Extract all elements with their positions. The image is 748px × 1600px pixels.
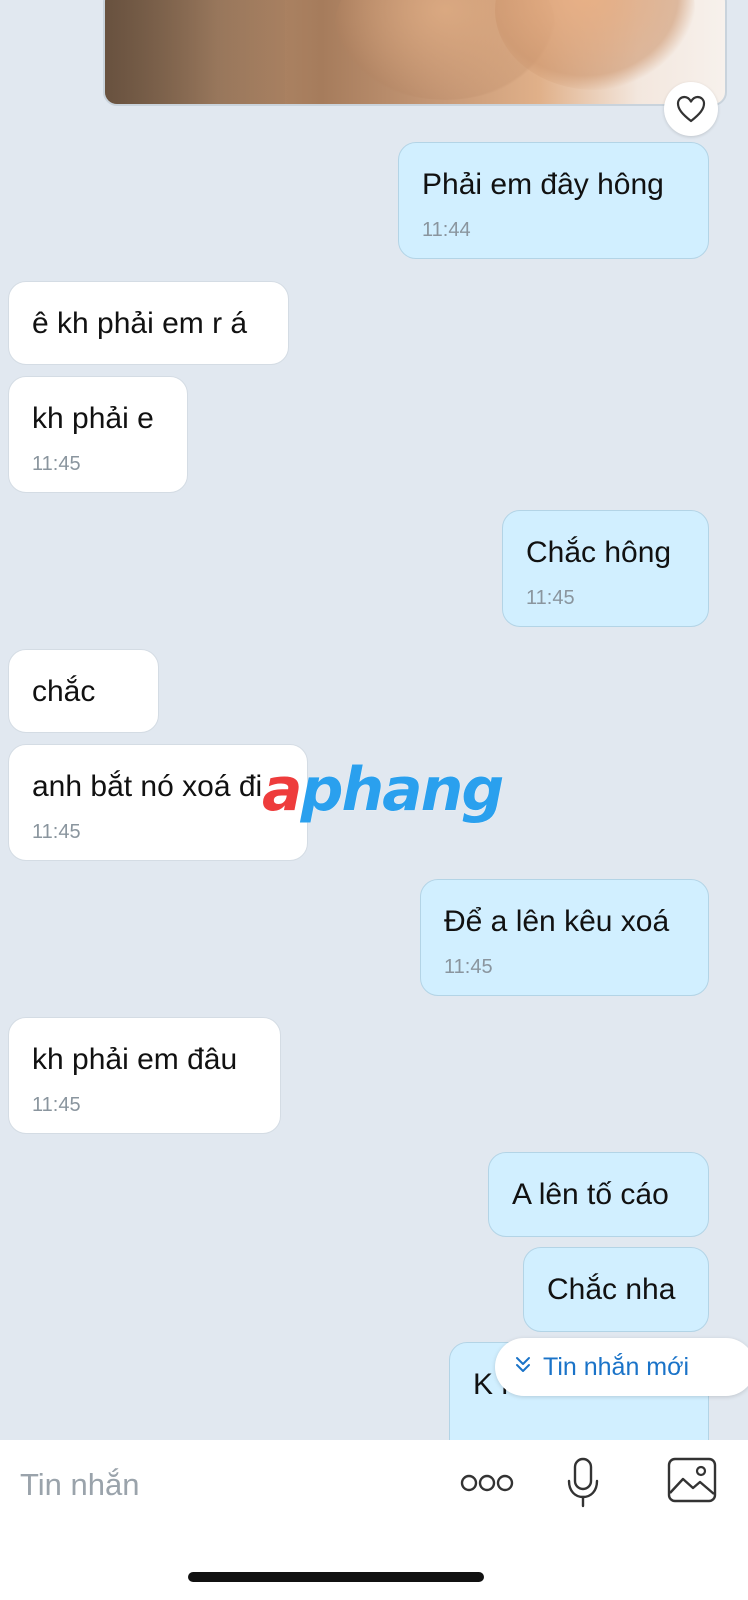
watermark-accent: a	[262, 755, 302, 825]
new-message-label: Tin nhắn mới	[543, 1352, 690, 1381]
new-message-button[interactable]: Tin nhắn mới	[495, 1338, 748, 1396]
chat-area[interactable]: Phải em đây hông 11:44 ê kh phải em r á …	[0, 0, 748, 1440]
message-bubble-incoming[interactable]: kh phải e 11:45	[8, 376, 188, 493]
watermark-logo: aphang	[262, 755, 505, 825]
message-text: A lên tố cáo	[512, 1178, 669, 1211]
microphone-icon[interactable]	[558, 1446, 608, 1520]
message-input[interactable]	[18, 1462, 422, 1508]
message-text: ê kh phải em r á	[32, 307, 248, 340]
message-text: chắc	[32, 675, 96, 708]
double-chevron-down-icon	[515, 1356, 531, 1378]
message-time: 11:45	[32, 821, 81, 843]
heart-outline-icon[interactable]	[664, 82, 718, 136]
message-time: 11:45	[444, 956, 493, 978]
message-time: 11:45	[32, 1094, 81, 1116]
message-bubble-outgoing[interactable]: Chắc nha	[523, 1247, 709, 1332]
image-icon[interactable]	[660, 1448, 724, 1512]
message-time: 11:44	[422, 219, 471, 241]
message-text: Phải em đây hông	[422, 168, 664, 201]
message-bubble-outgoing[interactable]: Để a lên kêu xoá 11:45	[420, 879, 709, 996]
message-bubble-incoming[interactable]: chắc	[8, 649, 159, 733]
message-text: kh phải em đâu	[32, 1043, 238, 1076]
message-text: kh phải e	[32, 402, 154, 435]
message-bubble-outgoing[interactable]: A lên tố cáo	[488, 1152, 709, 1237]
message-text: Để a lên kêu xoá	[444, 905, 670, 938]
more-icon[interactable]	[456, 1458, 518, 1508]
message-time: 11:45	[32, 453, 81, 475]
message-bubble-outgoing[interactable]: Chắc hông 11:45	[502, 510, 709, 627]
home-indicator	[188, 1572, 484, 1582]
message-bubble-outgoing[interactable]: Phải em đây hông 11:44	[398, 142, 709, 259]
photo-shade	[105, 0, 285, 104]
message-text: Chắc hông	[526, 536, 672, 569]
message-text: Chắc nha	[547, 1273, 676, 1306]
message-time: 11:45	[526, 587, 575, 609]
message-composer	[0, 1440, 748, 1600]
message-bubble-incoming[interactable]: ê kh phải em r á	[8, 281, 289, 365]
photo-message[interactable]	[103, 0, 727, 106]
photo-shade	[495, 0, 695, 90]
message-text: anh bắt nó xoá đi	[32, 770, 263, 803]
message-bubble-incoming[interactable]: kh phải em đâu 11:45	[8, 1017, 281, 1134]
watermark-text: phang	[300, 755, 505, 825]
